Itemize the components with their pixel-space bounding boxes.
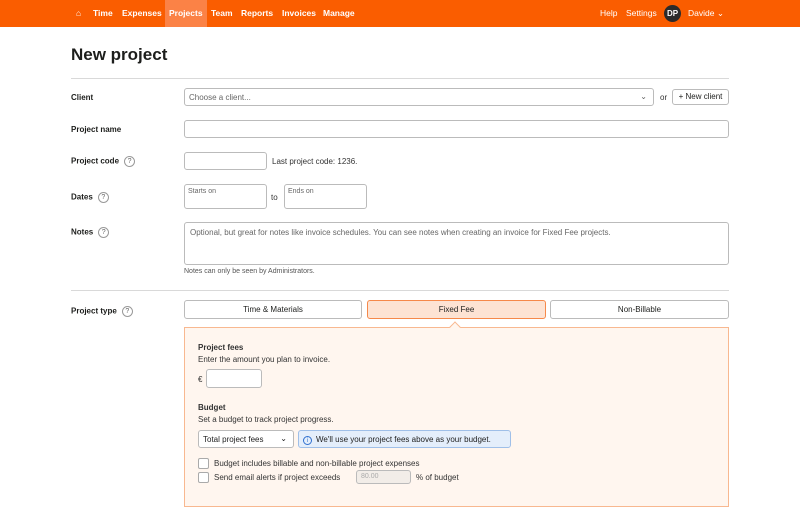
end-date-input[interactable]: Ends on	[284, 184, 367, 209]
fees-title: Project fees	[198, 343, 244, 352]
type-time-materials[interactable]: Time & Materials	[184, 300, 362, 319]
page-title: New project	[71, 45, 168, 64]
currency-symbol: €	[198, 375, 203, 384]
include-expenses-checkbox[interactable]	[198, 458, 209, 469]
new-client-button[interactable]: + New client	[672, 89, 729, 105]
to-text: to	[271, 193, 278, 202]
dates-label: Dates?	[71, 192, 109, 203]
avatar[interactable]: DP	[664, 5, 681, 22]
include-expenses-label: Budget includes billable and non-billabl…	[214, 459, 420, 468]
nav-projects[interactable]: Projects	[165, 0, 207, 27]
nav-invoices[interactable]: Invoices	[278, 0, 320, 27]
nav-manage[interactable]: Manage	[319, 0, 359, 27]
client-label: Client	[71, 93, 94, 102]
project-code-input[interactable]	[184, 152, 267, 170]
alert-suffix: % of budget	[416, 473, 459, 482]
project-code-label: Project code?	[71, 156, 136, 167]
panel-pointer	[449, 321, 461, 333]
client-select[interactable]: Choose a client... ⌄	[184, 88, 654, 106]
nav-team[interactable]: Team	[207, 0, 237, 27]
nav-expenses[interactable]: Expenses	[118, 0, 166, 27]
budget-desc: Set a budget to track project progress.	[198, 415, 334, 424]
client-placeholder: Choose a client...	[189, 93, 251, 102]
type-non-billable[interactable]: Non-Billable	[550, 300, 729, 319]
end-date-label: Ends on	[288, 188, 314, 195]
info-icon: i	[303, 436, 312, 445]
project-fees-input[interactable]	[206, 369, 262, 388]
dates-text: Dates	[71, 192, 93, 202]
top-nav: ⌂ Time Expenses Projects Team Reports In…	[0, 0, 800, 27]
start-date-input[interactable]: Starts on	[184, 184, 267, 209]
notes-placeholder: Optional, but great for notes like invoi…	[190, 228, 611, 237]
divider	[71, 290, 729, 291]
budget-type-select[interactable]: Total project fees ⌄	[198, 430, 294, 448]
nav-time[interactable]: Time	[89, 0, 117, 27]
budget-title: Budget	[198, 403, 226, 412]
project-code-hint: Last project code: 1236.	[272, 157, 358, 166]
type-fixed-fee[interactable]: Fixed Fee	[367, 300, 546, 319]
help-icon[interactable]: ?	[124, 156, 136, 167]
project-type-text: Project type	[71, 306, 117, 316]
chevron-down-icon: ⌄	[716, 8, 724, 18]
divider	[71, 78, 729, 79]
notes-hint: Notes can only be seen by Administrators…	[184, 268, 315, 275]
help-icon[interactable]: ?	[121, 306, 133, 317]
fees-desc: Enter the amount you plan to invoice.	[198, 355, 331, 364]
chevron-down-icon: ⌄	[640, 92, 647, 101]
user-name: Davide	[688, 8, 715, 18]
budget-info-banner: i We'll use your project fees above as yo…	[298, 430, 511, 448]
help-icon[interactable]: ?	[98, 227, 110, 238]
user-menu[interactable]: Davide ⌄	[684, 0, 728, 27]
project-type-label: Project type?	[71, 306, 133, 317]
fixed-fee-panel: Project fees Enter the amount you plan t…	[184, 321, 729, 507]
home-icon[interactable]: ⌂	[72, 0, 85, 27]
email-alerts-checkbox[interactable]	[198, 472, 209, 483]
budget-info-text: We'll use your project fees above as you…	[316, 435, 491, 444]
start-date-label: Starts on	[188, 188, 217, 195]
help-icon[interactable]: ?	[97, 192, 109, 203]
budget-type-value: Total project fees	[203, 435, 264, 444]
project-code-text: Project code	[71, 156, 120, 166]
notes-label: Notes?	[71, 227, 110, 238]
project-name-input[interactable]	[184, 120, 729, 138]
chevron-down-icon: ⌄	[280, 434, 287, 443]
nav-settings[interactable]: Settings	[622, 0, 661, 27]
alert-percent-value: 80.00	[361, 473, 379, 480]
nav-help[interactable]: Help	[596, 0, 621, 27]
notes-textarea[interactable]: Optional, but great for notes like invoi…	[184, 222, 729, 265]
nav-reports[interactable]: Reports	[237, 0, 277, 27]
notes-text: Notes	[71, 227, 94, 237]
alert-percent-input[interactable]: 80.00	[356, 470, 411, 484]
project-name-label: Project name	[71, 125, 122, 134]
or-text: or	[660, 93, 668, 102]
email-alerts-label: Send email alerts if project exceeds	[214, 473, 341, 482]
